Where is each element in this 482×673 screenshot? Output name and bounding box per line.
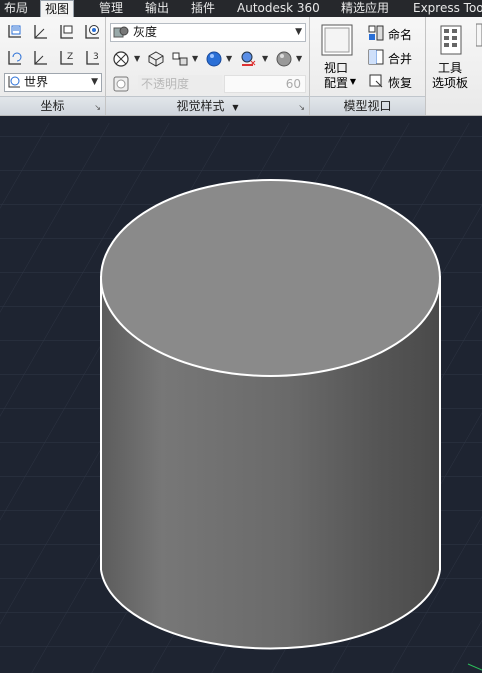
ucs-axis-icon[interactable] xyxy=(30,22,50,42)
named-viewports-icon xyxy=(368,25,384,44)
tab-express-tools[interactable]: Express Tools xyxy=(409,0,482,17)
chevron-down-icon: ▼ xyxy=(295,27,302,37)
chevron-down-icon[interactable]: ▼ xyxy=(262,54,268,63)
ucs-z-icon[interactable]: Z xyxy=(56,48,76,68)
cylinder[interactable] xyxy=(100,179,441,650)
visual-style-value: 灰度 xyxy=(133,25,158,39)
chevron-down-icon[interactable]: ▼ xyxy=(296,54,302,63)
chevron-down-icon[interactable]: ▼ xyxy=(192,54,198,63)
ucs-combo-value: 世界 xyxy=(24,75,49,89)
visual-style-combo[interactable]: 灰度 ▼ xyxy=(110,23,306,42)
chevron-down-icon[interactable]: ▼ xyxy=(226,54,232,63)
coordinates-panel-title: 坐标 xyxy=(0,96,105,115)
tool-palettes-label-line2: 选项板 xyxy=(431,76,468,90)
ucs-3point-icon[interactable]: 3 xyxy=(82,48,102,68)
viewport-restore-label: 恢复 xyxy=(388,75,413,90)
join-viewports-icon xyxy=(368,49,384,68)
tab-view[interactable]: 视图 xyxy=(40,0,75,17)
tools-panel: 工具 选项板 xyxy=(426,17,482,115)
tool-palettes-label-line1: 工具 xyxy=(437,61,462,75)
xray-icon[interactable] xyxy=(111,49,131,69)
world-icon xyxy=(7,75,21,94)
ucs-combo[interactable]: 世界 ▼ xyxy=(4,73,102,92)
panel-launcher-icon[interactable]: ↘ xyxy=(298,103,305,112)
coordinates-panel: Z 3 世界 ▼ 坐标 ↘ xyxy=(0,17,106,115)
viewport-join-label: 合并 xyxy=(388,51,413,66)
shadow-icon[interactable] xyxy=(146,49,166,69)
viewport-named-label: 命名 xyxy=(388,27,413,42)
edge-style-icon[interactable] xyxy=(170,49,190,69)
ucs-named-icon[interactable] xyxy=(56,22,76,42)
viewport-config-button[interactable]: 视口 配置 ▼ xyxy=(314,21,358,95)
ucs-x-icon[interactable] xyxy=(30,48,50,68)
visual-styles-panel: 灰度 ▼ ▼ ▼ ▼ ▼ ▼ 不透明度 60 视觉样式 ▼ ↘ xyxy=(106,17,310,115)
model-viewports-panel-title: 模型视口 xyxy=(310,96,425,115)
ucs-settings-icon[interactable] xyxy=(82,22,102,42)
panel-launcher-icon[interactable]: ↘ xyxy=(94,103,101,112)
drawing-viewport[interactable] xyxy=(0,116,482,673)
opacity-icon[interactable] xyxy=(111,74,131,94)
viewport-canvas xyxy=(0,123,482,673)
restore-viewports-icon xyxy=(368,73,384,92)
tab-layout[interactable]: 布局 xyxy=(0,0,32,17)
visual-style-icon xyxy=(113,25,129,45)
chevron-down-icon: ▼ xyxy=(349,77,356,86)
next-tool-button[interactable] xyxy=(476,21,482,95)
tab-autodesk-360[interactable]: Autodesk 360 xyxy=(233,0,324,17)
svg-text:3: 3 xyxy=(93,52,99,62)
viewport-named-button[interactable]: 命名 xyxy=(368,25,412,43)
tab-plugins[interactable]: 插件 xyxy=(187,0,219,17)
chevron-down-icon[interactable]: ▼ xyxy=(134,54,140,63)
ribbon-tab-bar: 布局 视图 管理 输出 插件 Autodesk 360 精选应用 Express… xyxy=(0,0,482,17)
visual-styles-title-text: 视觉样式 xyxy=(176,99,225,113)
viewport-restore-button[interactable]: 恢复 xyxy=(368,73,412,91)
ribbon: Z 3 世界 ▼ 坐标 ↘ 灰度 ▼ ▼ ▼ ▼ ▼ ▼ 不透明度 60 视觉样… xyxy=(0,17,482,116)
model-viewports-panel: 视口 配置 ▼ 命名 合并 恢复 模型视口 xyxy=(310,17,426,115)
opacity-value-field[interactable]: 60 xyxy=(224,75,306,93)
cylinder-top xyxy=(100,179,441,377)
ucs-icon[interactable] xyxy=(4,22,24,42)
tab-featured-apps[interactable]: 精选应用 xyxy=(337,0,393,17)
ucs-previous-icon[interactable] xyxy=(4,48,24,68)
svg-text:Z: Z xyxy=(67,52,73,62)
viewport-join-button[interactable]: 合并 xyxy=(368,49,412,67)
chevron-down-icon: ▼ xyxy=(91,77,98,87)
tool-palettes-button[interactable]: 工具 选项板 xyxy=(428,21,472,95)
viewport-config-label-line1: 视口 xyxy=(323,61,348,75)
tool-palettes-icon xyxy=(440,25,462,58)
environment-sphere-icon[interactable] xyxy=(274,49,294,69)
visual-styles-panel-title: 视觉样式 ▼ xyxy=(106,96,309,115)
lights-icon[interactable] xyxy=(238,49,258,69)
material-sphere-icon[interactable] xyxy=(204,49,224,69)
opacity-label: 不透明度 xyxy=(138,75,222,93)
chevron-down-icon[interactable]: ▼ xyxy=(232,103,238,112)
tab-output[interactable]: 输出 xyxy=(141,0,173,17)
tab-manage[interactable]: 管理 xyxy=(95,0,127,17)
viewport-config-icon xyxy=(321,24,353,59)
